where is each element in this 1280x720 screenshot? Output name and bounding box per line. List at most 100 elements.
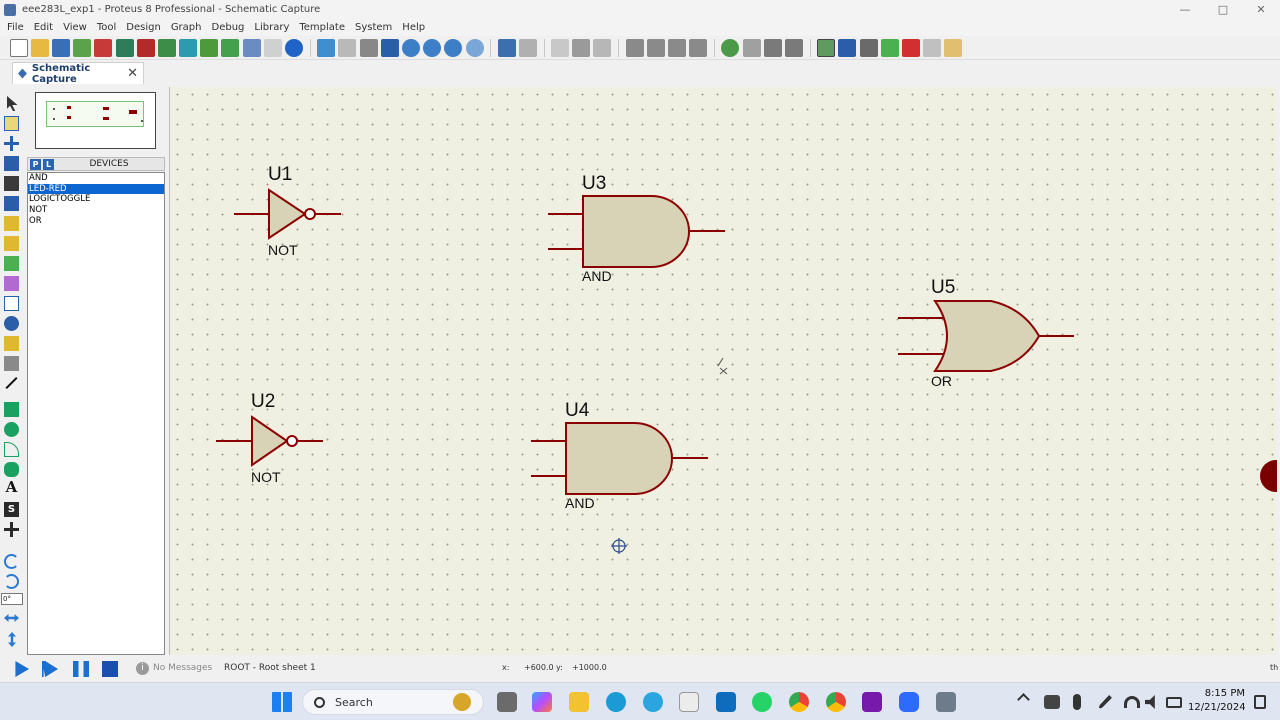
u5-or-gate[interactable] [898,299,1074,372]
packaging-tool-icon[interactable] [763,38,782,57]
make-device-icon[interactable] [742,38,761,57]
pause-simulation-icon[interactable] [73,661,89,677]
messages-status[interactable]: No Messages [153,663,212,673]
device-item-not[interactable]: NOT [28,205,164,216]
open-folder-icon[interactable] [30,38,49,57]
wire-autorouter-icon[interactable] [817,38,836,57]
menu-debug[interactable]: Debug [207,22,250,33]
offscreen-led-part[interactable] [1260,460,1277,492]
block-move-icon[interactable] [646,38,665,57]
close-button[interactable]: ✕ [1242,0,1280,19]
terminals-mode-icon[interactable] [4,236,19,251]
menu-tool[interactable]: Tool [92,22,121,33]
3d-view-icon[interactable] [179,38,198,57]
pick-devices-button[interactable]: P [30,158,41,170]
menu-design[interactable]: Design [121,22,166,33]
show-hidden-icons-chevron[interactable] [1017,693,1030,706]
delete-sheet-icon[interactable] [901,38,920,57]
u2-not-gate[interactable] [216,415,323,467]
device-pins-mode-icon[interactable] [4,256,19,271]
generator-mode-icon[interactable] [4,316,19,331]
battery-icon[interactable] [1166,697,1182,708]
exit-to-parent-icon[interactable] [923,38,942,57]
chrome-icon[interactable] [789,692,809,712]
zoom-app-icon[interactable] [899,692,919,712]
outlook-icon[interactable] [716,692,736,712]
cloud-sync-icon[interactable] [1044,695,1060,709]
whatsapp-icon[interactable] [752,692,772,712]
voltage-probe-icon[interactable] [4,336,19,351]
grid-icon[interactable] [338,38,357,57]
step-simulation-icon[interactable] [42,661,58,677]
rotate-clockwise-icon[interactable] [4,554,19,569]
wire-label-mode-icon[interactable] [4,156,19,171]
symbol-tool-icon[interactable]: S [4,502,19,517]
origin-icon[interactable] [359,38,378,57]
box-tool-icon[interactable] [4,402,19,417]
block-copy-icon[interactable] [625,38,644,57]
task-view-icon[interactable] [497,692,517,712]
menu-help[interactable]: Help [397,22,430,33]
rotation-angle-field[interactable]: 0° [1,593,23,605]
marker-tool-icon[interactable] [4,522,19,537]
circle-tool-icon[interactable] [4,422,19,437]
cut-icon[interactable] [551,38,570,57]
source-code-icon[interactable] [242,38,261,57]
copy-icon[interactable] [572,38,591,57]
bom-icon[interactable] [200,38,219,57]
u3-and-gate[interactable] [548,195,725,268]
cost-icon[interactable] [221,38,240,57]
rotate-anticlockwise-icon[interactable] [4,574,19,589]
text-tool-icon[interactable]: A [4,480,19,495]
device-item-and[interactable]: AND [28,173,164,184]
edge-beta-icon[interactable] [643,692,663,712]
notes-icon[interactable] [263,38,282,57]
paste-icon[interactable] [593,38,612,57]
clock-date[interactable]: 12/21/2024 [1188,702,1246,713]
edge-browser-icon[interactable] [606,692,626,712]
path-tool-icon[interactable] [4,462,19,477]
u4-and-gate[interactable] [531,422,708,495]
menu-system[interactable]: System [350,22,397,33]
zoom-out-icon[interactable] [423,38,442,57]
subcircuit-mode-icon[interactable] [4,216,19,231]
pick-device-icon[interactable] [721,38,740,57]
junction-mode-icon[interactable] [4,136,19,151]
component-mode-icon[interactable] [4,116,19,131]
clock-time[interactable]: 8:15 PM [1200,688,1245,699]
device-item-led-red[interactable]: LED-RED [28,183,164,195]
notifications-icon[interactable] [1254,695,1266,709]
undo-icon[interactable] [497,38,516,57]
graph-mode-icon[interactable] [4,276,19,291]
new-file-icon[interactable] [9,38,28,57]
windows-start-icon[interactable] [272,692,292,712]
device-item-or[interactable]: OR [28,216,164,227]
help-icon[interactable] [285,38,304,57]
u1-not-gate[interactable] [234,188,341,240]
virtual-instruments-icon[interactable] [4,356,19,371]
redo-icon[interactable] [518,38,537,57]
block-delete-icon[interactable] [689,38,708,57]
refresh-icon[interactable] [317,38,336,57]
minimize-button[interactable]: — [1166,0,1204,19]
schematic-canvas[interactable]: U1 NOT U2 NOT U3 AND U4 AND U5 OR [169,87,1277,655]
pan-icon[interactable] [380,38,399,57]
decompose-icon[interactable] [784,38,803,57]
file-explorer-icon[interactable] [569,692,589,712]
close-tab-icon[interactable]: ✕ [127,66,138,81]
bus-mode-icon[interactable] [4,196,19,211]
search-tag-icon[interactable] [838,38,857,57]
gerber-icon[interactable] [157,38,176,57]
menu-edit[interactable]: Edit [29,22,58,33]
menu-graph[interactable]: Graph [166,22,207,33]
tape-recorder-mode-icon[interactable] [4,296,19,311]
proteus-taskbar-icon[interactable] [936,692,956,712]
volume-icon[interactable] [1145,695,1155,709]
microsoft-store-icon[interactable] [679,692,699,712]
pen-icon[interactable] [1098,695,1112,709]
library-manager-button[interactable]: L [43,158,54,170]
zoom-all-icon[interactable] [444,38,463,57]
selection-mode-icon[interactable] [7,96,18,111]
mirror-horizontal-icon[interactable] [4,614,19,622]
microphone-icon[interactable] [1073,694,1081,710]
